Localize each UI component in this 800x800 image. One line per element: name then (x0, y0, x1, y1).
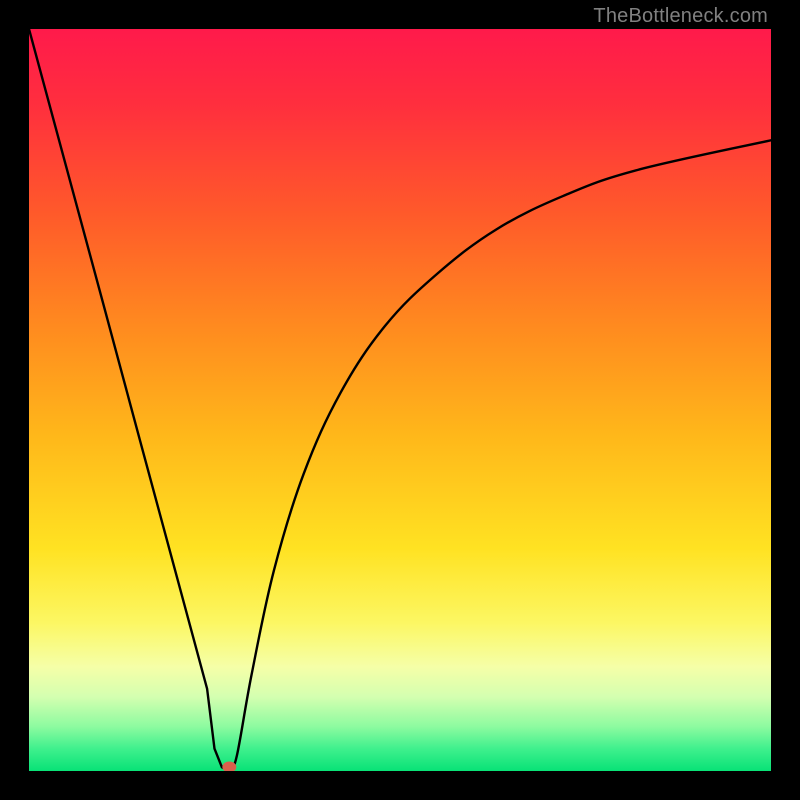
chart-frame (29, 29, 771, 771)
attribution-text: TheBottleneck.com (593, 5, 768, 28)
chart-background (29, 29, 771, 771)
chart-svg (29, 29, 771, 771)
